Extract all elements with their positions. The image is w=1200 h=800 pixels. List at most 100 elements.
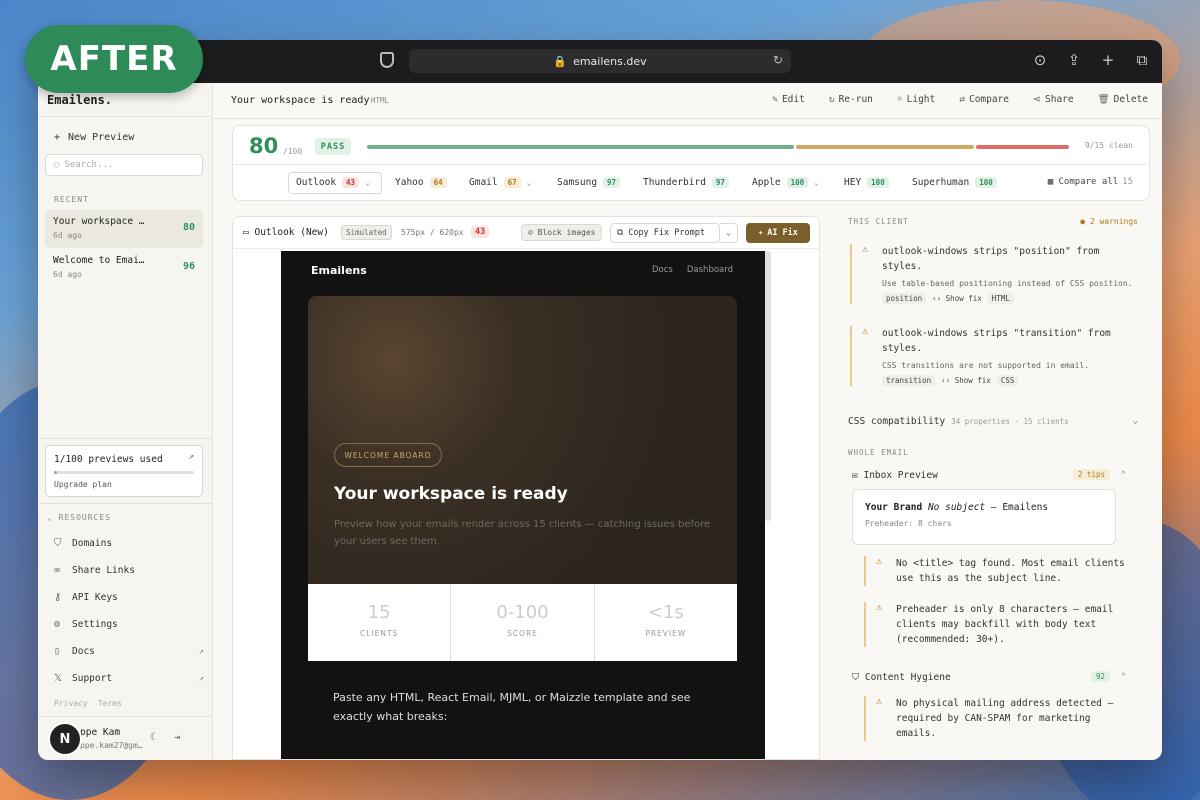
compare-button[interactable]: ⇄ Compare bbox=[959, 94, 1009, 105]
new-tab-icon[interactable]: + bbox=[1100, 51, 1116, 69]
stat-label: CLIENTS bbox=[360, 629, 399, 638]
show-fix-button[interactable]: ‹› Show fix bbox=[932, 294, 982, 303]
copy-fix-prompt-button[interactable]: ⧉ Copy Fix Prompt bbox=[610, 223, 720, 243]
content-type-label: HTML bbox=[371, 96, 390, 105]
client-score: 97 bbox=[711, 177, 729, 188]
reload-icon[interactable]: ↻ bbox=[773, 53, 783, 67]
tab-outlook[interactable]: Outlook 43 ⌄ bbox=[296, 177, 370, 188]
stat-value: 15 bbox=[367, 602, 391, 623]
inbox-subject: No subject bbox=[927, 502, 986, 513]
tab-gmail[interactable]: Gmail 67 ⌄ bbox=[469, 177, 531, 188]
search-icon: ○ bbox=[54, 160, 60, 170]
stat-value: 0-100 bbox=[496, 602, 549, 623]
new-preview-button[interactable]: + New Preview bbox=[54, 132, 134, 143]
email-brand: Emailens bbox=[311, 264, 367, 277]
client-name: Samsung bbox=[557, 177, 598, 188]
terms-link[interactable]: Terms bbox=[98, 699, 122, 708]
client-name: HEY bbox=[844, 177, 862, 188]
grid-icon: ▦ bbox=[1047, 177, 1054, 187]
brand-logo[interactable]: Emailens. bbox=[47, 93, 112, 107]
block-images-label: Block images bbox=[537, 228, 596, 237]
recent-item[interactable]: Your workspace … 6d ago 80 bbox=[45, 210, 203, 248]
score-bar-segment bbox=[367, 145, 795, 149]
inbox-preview-toggle[interactable]: ✉ Inbox Preview 2 tips ⌃ bbox=[852, 469, 1128, 481]
issues-panel: THIS CLIENT ● 2 warnings ⚠ outlook-windo… bbox=[838, 210, 1150, 760]
inbox-line: Your Brand No subject — Emailens bbox=[865, 502, 1103, 513]
stat-score: 0-100 SCORE bbox=[451, 584, 594, 661]
tabs-overview-icon[interactable]: ⧉ bbox=[1134, 51, 1150, 69]
tab-hey[interactable]: HEY 100 bbox=[844, 177, 889, 188]
show-fix-button[interactable]: ‹› Show fix bbox=[941, 376, 991, 385]
show-fix-label: Show fix bbox=[945, 294, 982, 303]
legal-links: Privacy Terms bbox=[54, 699, 122, 708]
sidebar-item-docs[interactable]: ▯ Docs ↗ bbox=[54, 646, 204, 657]
css-compat-meta: 34 properties · 15 clients bbox=[951, 417, 1069, 426]
moon-icon[interactable]: ☾ bbox=[150, 732, 156, 743]
logout-icon[interactable]: ⇥ bbox=[174, 732, 180, 743]
external-link-icon: ↗ bbox=[198, 646, 204, 657]
compare-all-button[interactable]: ▦ Compare all 15 bbox=[1048, 177, 1133, 187]
search-placeholder: Search... bbox=[64, 160, 114, 170]
email-nav-dashboard[interactable]: Dashboard bbox=[687, 265, 733, 275]
sidebar-item-label: Settings bbox=[72, 619, 118, 630]
resources-heading[interactable]: ⌄ RESOURCES bbox=[47, 513, 111, 522]
sidebar-item-settings[interactable]: ⚙ Settings bbox=[54, 619, 204, 630]
preview-scrollbar[interactable] bbox=[765, 251, 771, 521]
url-text: emailens.dev bbox=[573, 54, 647, 68]
rerun-button[interactable]: ↻ Re-run bbox=[829, 94, 873, 105]
share-icon[interactable]: ⇪ bbox=[1066, 51, 1082, 69]
sidebar-item-share-links[interactable]: ∞ Share Links bbox=[54, 565, 204, 576]
user-menu[interactable]: ppe Kam ppe.kam27@gm… ☾ ⇥ N bbox=[50, 724, 205, 754]
tab-samsung[interactable]: Samsung 97 bbox=[557, 177, 621, 188]
client-name: Gmail bbox=[469, 177, 498, 188]
stat-label: PREVIEW bbox=[645, 629, 687, 638]
lock-icon: 🔒 bbox=[553, 54, 568, 68]
client-name: Apple bbox=[752, 177, 781, 188]
inbox-preview-label: Inbox Preview bbox=[863, 470, 938, 481]
client-score: 97 bbox=[603, 177, 621, 188]
tab-yahoo[interactable]: Yahoo 64 bbox=[395, 177, 447, 188]
issue-title: outlook-windows strips "transition" from… bbox=[882, 328, 1111, 354]
download-icon[interactable]: ⊙ bbox=[1032, 51, 1048, 69]
chevron-up-icon: ⌃ bbox=[1120, 672, 1126, 682]
email-hero: WELCOME ABOARD Your workspace is ready P… bbox=[308, 296, 737, 584]
avatar[interactable]: N bbox=[50, 724, 80, 754]
client-score: 64 bbox=[429, 177, 447, 188]
gear-icon: ⚙ bbox=[54, 619, 61, 630]
recent-item-date: 6d ago bbox=[53, 231, 82, 240]
chevron-down-icon[interactable]: ⌄ bbox=[720, 223, 738, 243]
usage-card[interactable]: 1/100 previews used ↗ Upgrade plan bbox=[45, 445, 203, 497]
theme-toggle-button[interactable]: ☼ Light bbox=[897, 94, 935, 105]
tab-superhuman[interactable]: Superhuman 100 bbox=[912, 177, 997, 188]
preview-size: 575px / 620px bbox=[401, 228, 464, 237]
language-tag: CSS bbox=[996, 375, 1019, 386]
sidebar-item-domains[interactable]: ⛉ Domains bbox=[54, 538, 204, 549]
privacy-shield-icon[interactable] bbox=[380, 52, 394, 68]
upgrade-plan-link[interactable]: Upgrade plan bbox=[54, 480, 194, 489]
content-hygiene-toggle[interactable]: ⛉ Content Hygiene 92 ⌃ bbox=[852, 671, 1128, 683]
search-input[interactable]: ○ Search... bbox=[45, 154, 203, 176]
share-button[interactable]: ⋖ Share bbox=[1033, 94, 1074, 105]
client-name: Outlook bbox=[296, 177, 337, 188]
ai-fix-button[interactable]: ✦ AI Fix bbox=[746, 223, 810, 243]
tab-thunderbird[interactable]: Thunderbird 97 bbox=[643, 177, 729, 188]
inbox-sender-brand: Your Brand bbox=[865, 502, 923, 513]
css-compatibility-toggle[interactable]: CSS compatibility 34 properties · 15 clie… bbox=[848, 416, 1148, 427]
recent-item[interactable]: Welcome to Emai… 6d ago 96 bbox=[45, 249, 203, 287]
email-stats: 15 CLIENTS 0-100 SCORE <1s PREVIEW bbox=[308, 584, 737, 661]
email-nav-docs[interactable]: Docs bbox=[652, 265, 673, 275]
privacy-link[interactable]: Privacy bbox=[54, 699, 88, 708]
sidebar-item-api-keys[interactable]: ⚷ API Keys bbox=[54, 592, 204, 603]
issue-item: ⚠ outlook-windows strips "transition" fr… bbox=[850, 326, 1136, 386]
sun-icon: ☼ bbox=[896, 94, 903, 105]
edit-button[interactable]: ✎ Edit bbox=[772, 94, 805, 105]
warning-icon: ⚠ bbox=[862, 244, 869, 255]
chevron-down-icon: ⌄ bbox=[365, 178, 370, 187]
address-bar[interactable]: 🔒 emailens.dev ↻ bbox=[409, 49, 791, 73]
delete-button[interactable]: 🗑 Delete bbox=[1098, 94, 1148, 105]
tab-apple[interactable]: Apple 100 ⌄ bbox=[752, 177, 819, 188]
overall-score: 80 bbox=[249, 134, 279, 158]
warnings-label: 2 warnings bbox=[1089, 217, 1138, 226]
sidebar-item-support[interactable]: 𝕏 Support ↗ bbox=[54, 673, 204, 684]
block-images-button[interactable]: ⊘ Block images bbox=[521, 224, 603, 241]
